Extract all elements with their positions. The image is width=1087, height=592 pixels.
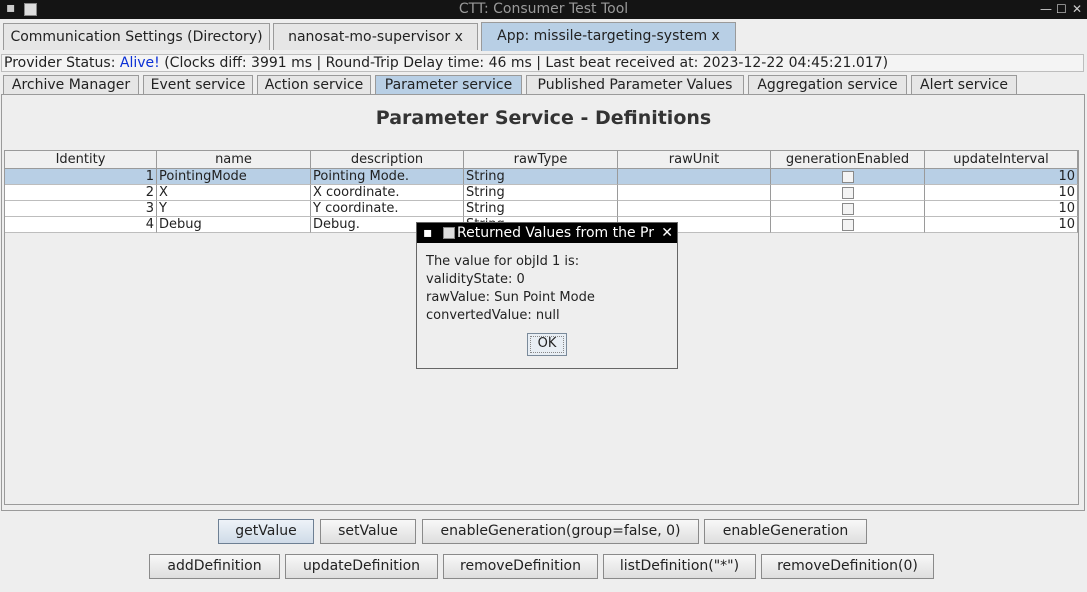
java-app-icon	[443, 227, 455, 239]
cell-updateinterval[interactable]: 10	[925, 201, 1078, 217]
tab-communication-settings[interactable]: Communication Settings (Directory)	[3, 23, 270, 50]
cell-rawtype[interactable]: String	[464, 201, 618, 217]
cell-rawunit[interactable]	[618, 185, 771, 201]
cell-updateinterval[interactable]: 10	[925, 169, 1078, 185]
generation-enabled-checkbox[interactable]	[842, 203, 854, 215]
cell-identity[interactable]: 4	[5, 217, 157, 233]
dialog-titlebar[interactable]: ▪ Returned Values from the Pr ✕	[417, 223, 677, 243]
cell-name[interactable]: Debug	[157, 217, 311, 233]
column-header-updateinterval[interactable]: updateInterval	[925, 151, 1078, 169]
cell-updateinterval[interactable]: 10	[925, 185, 1078, 201]
cell-rawtype[interactable]: String	[464, 169, 618, 185]
maximize-icon[interactable]: ☐	[1056, 0, 1067, 18]
window-title: CTT: Consumer Test Tool	[458, 1, 629, 17]
cell-name[interactable]: X	[157, 185, 311, 201]
dialog-close-icon[interactable]: ✕	[661, 223, 673, 243]
tab-published-parameter-values[interactable]: Published Parameter Values	[526, 75, 744, 95]
dialog-menu-icon[interactable]: ▪	[423, 223, 433, 243]
cell-updateinterval[interactable]: 10	[925, 217, 1078, 233]
get-value-button[interactable]: getValue	[218, 519, 314, 544]
enable-generation-button[interactable]: enableGeneration	[704, 519, 867, 544]
returned-values-dialog: ▪ Returned Values from the Pr ✕ The valu…	[416, 222, 678, 369]
dialog-title: Returned Values from the Pr	[457, 225, 655, 241]
window-titlebar: ▪ CTT: Consumer Test Tool — ☐ ✕	[0, 0, 1087, 19]
cell-description[interactable]: X coordinate.	[311, 185, 464, 201]
column-header-rawtype[interactable]: rawType	[464, 151, 618, 169]
tab-alert-service[interactable]: Alert service	[911, 75, 1017, 95]
cell-rawunit[interactable]	[618, 201, 771, 217]
column-header-generationenabled[interactable]: generationEnabled	[771, 151, 925, 169]
provider-alive-status: Alive!	[119, 55, 160, 71]
close-icon[interactable]: ✕	[1072, 0, 1082, 18]
generation-enabled-checkbox[interactable]	[842, 219, 854, 231]
dialog-message-line: rawValue: Sun Point Mode	[426, 290, 595, 305]
column-header-description[interactable]: description	[311, 151, 464, 169]
column-header-identity[interactable]: Identity	[5, 151, 157, 169]
page-title: Parameter Service - Definitions	[375, 107, 712, 129]
generation-enabled-checkbox[interactable]	[842, 187, 854, 199]
remove-definition-zero-button[interactable]: removeDefinition(0)	[761, 554, 934, 579]
provider-status-label: Provider Status:	[4, 55, 120, 71]
tab-aggregation-service[interactable]: Aggregation service	[748, 75, 907, 95]
list-definition-button[interactable]: listDefinition("*")	[603, 554, 756, 579]
cell-description[interactable]: Y coordinate.	[311, 201, 464, 217]
minimize-icon[interactable]: —	[1040, 0, 1052, 18]
add-definition-button[interactable]: addDefinition	[149, 554, 280, 579]
cell-identity[interactable]: 1	[5, 169, 157, 185]
tab-action-service[interactable]: Action service	[257, 75, 371, 95]
cell-rawunit[interactable]	[618, 169, 771, 185]
cell-identity[interactable]: 3	[5, 201, 157, 217]
enable-generation-group-button[interactable]: enableGeneration(group=false, 0)	[422, 519, 699, 544]
connection-tab-bar: Communication Settings (Directory) nanos…	[0, 19, 1087, 52]
ok-button[interactable]: OK	[527, 333, 567, 356]
cell-name[interactable]: Y	[157, 201, 311, 217]
column-header-rawunit[interactable]: rawUnit	[618, 151, 771, 169]
update-definition-button[interactable]: updateDefinition	[285, 554, 438, 579]
column-header-name[interactable]: name	[157, 151, 311, 169]
cell-rawtype[interactable]: String	[464, 185, 618, 201]
tab-event-service[interactable]: Event service	[143, 75, 253, 95]
generation-enabled-checkbox[interactable]	[842, 171, 854, 183]
cell-identity[interactable]: 2	[5, 185, 157, 201]
provider-status-details: (Clocks diff: 3991 ms | Round-Trip Delay…	[159, 55, 889, 71]
dialog-message-line: The value for objId 1 is:	[426, 254, 580, 269]
cell-description[interactable]: Pointing Mode.	[311, 169, 464, 185]
tab-nanosat-mo-supervisor[interactable]: nanosat-mo-supervisor x	[273, 23, 478, 50]
tab-archive-manager[interactable]: Archive Manager	[3, 75, 139, 95]
set-value-button[interactable]: setValue	[320, 519, 416, 544]
remove-definition-button[interactable]: removeDefinition	[443, 554, 598, 579]
dialog-message-line: validityState: 0	[426, 272, 525, 287]
tab-parameter-service[interactable]: Parameter service	[375, 75, 522, 95]
cell-name[interactable]: PointingMode	[157, 169, 311, 185]
dialog-message-line: convertedValue: null	[426, 308, 560, 323]
tab-missile-targeting-system[interactable]: App: missile-targeting-system x	[481, 22, 736, 51]
provider-status-bar: Provider Status: Alive! (Clocks diff: 39…	[1, 54, 1084, 72]
